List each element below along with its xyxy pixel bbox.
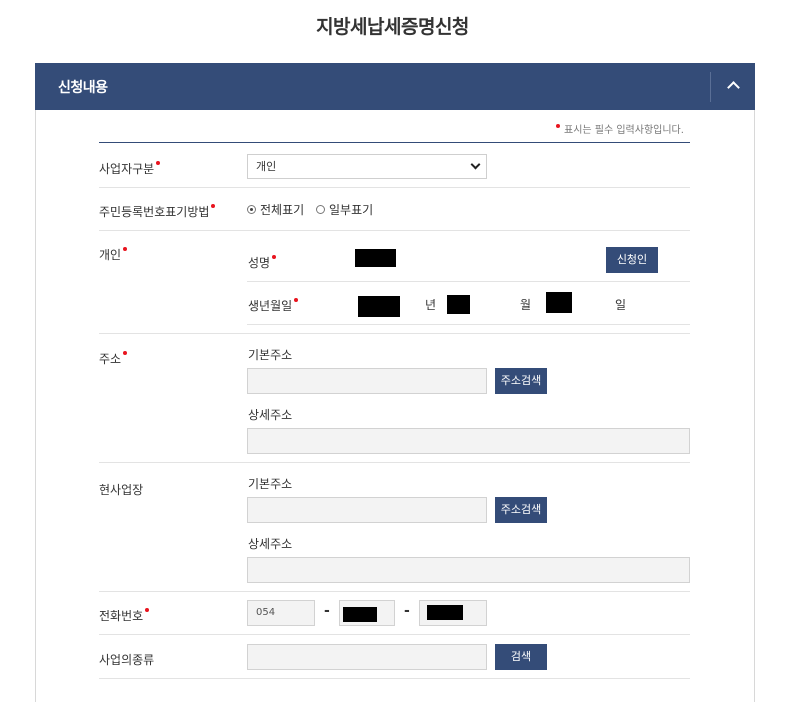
day-unit: 일 [615,298,627,312]
radio-checked-icon [247,205,256,214]
radio-full-display[interactable]: 전체표기 [247,201,304,218]
workplace-search-button[interactable]: 주소검색 [495,497,547,523]
phone-middle-redacted [343,607,377,622]
required-dot-icon [145,608,150,612]
workplace-label: 현사업장 [99,483,144,497]
phone-separator: - [324,603,330,619]
row-divider [99,591,690,592]
form-top-rule [99,142,690,143]
radio-partial-display[interactable]: 일부표기 [316,201,373,218]
birth-year-redacted [358,296,400,317]
row-divider [99,187,690,188]
workplace-basic-label: 기본주소 [248,477,293,491]
phone-area-input[interactable]: 054 [247,600,315,626]
row-divider [99,462,690,463]
address-basic-input[interactable] [247,368,487,394]
birth-month-redacted [447,295,470,314]
month-unit: 월 [520,298,532,312]
birthdate-label: 생년월일 [248,297,299,314]
name-label: 성명 [248,254,277,271]
name-value-redacted [355,249,396,267]
chevron-up-icon [726,81,740,94]
individual-label: 개인 [99,246,128,263]
address-label: 주소 [99,350,128,367]
workplace-detail-label: 상세주소 [248,537,293,551]
row-divider [99,230,690,231]
address-basic-label: 기본주소 [248,348,293,362]
business-type-label: 사업자구분 [99,160,161,177]
required-dot-icon [556,124,560,128]
required-dot-icon [156,161,161,165]
collapse-toggle-button[interactable] [711,63,755,110]
required-dot-icon [123,247,128,251]
applicant-button[interactable]: 신청인 [606,247,658,273]
sub-row-divider [247,324,690,325]
address-detail-input[interactable] [247,428,690,454]
address-search-button[interactable]: 주소검색 [495,368,547,394]
phone-label: 전화번호 [99,607,150,624]
business-kind-search-button[interactable]: 검색 [495,644,547,670]
required-dot-icon [294,298,299,302]
row-divider [99,333,690,334]
year-unit: 년 [425,298,437,312]
chevron-down-icon [470,159,481,170]
page-title: 지방세납세증명신청 [316,16,469,38]
required-dot-icon [272,255,277,259]
row-divider [99,678,690,679]
workplace-basic-input[interactable] [247,497,487,523]
required-notice: 표시는 필수 입력사항입니다. [556,121,684,136]
phone-last-redacted [427,605,463,620]
panel-title: 신청내용 [58,80,108,96]
address-detail-label: 상세주소 [248,408,293,422]
business-kind-label: 사업의종류 [99,653,155,667]
workplace-detail-input[interactable] [247,557,690,583]
birth-day-redacted [546,292,572,313]
phone-separator: - [404,603,410,619]
panel-header: 신청내용 [35,63,755,110]
radio-unchecked-icon [316,205,325,214]
sub-row-divider [247,281,690,282]
rrn-display-label: 주민등록번호표기방법 [99,203,216,220]
business-kind-input[interactable] [247,644,487,670]
required-dot-icon [123,351,128,355]
business-type-select[interactable]: 개인 [247,154,487,179]
required-dot-icon [211,204,216,208]
row-divider [99,634,690,635]
